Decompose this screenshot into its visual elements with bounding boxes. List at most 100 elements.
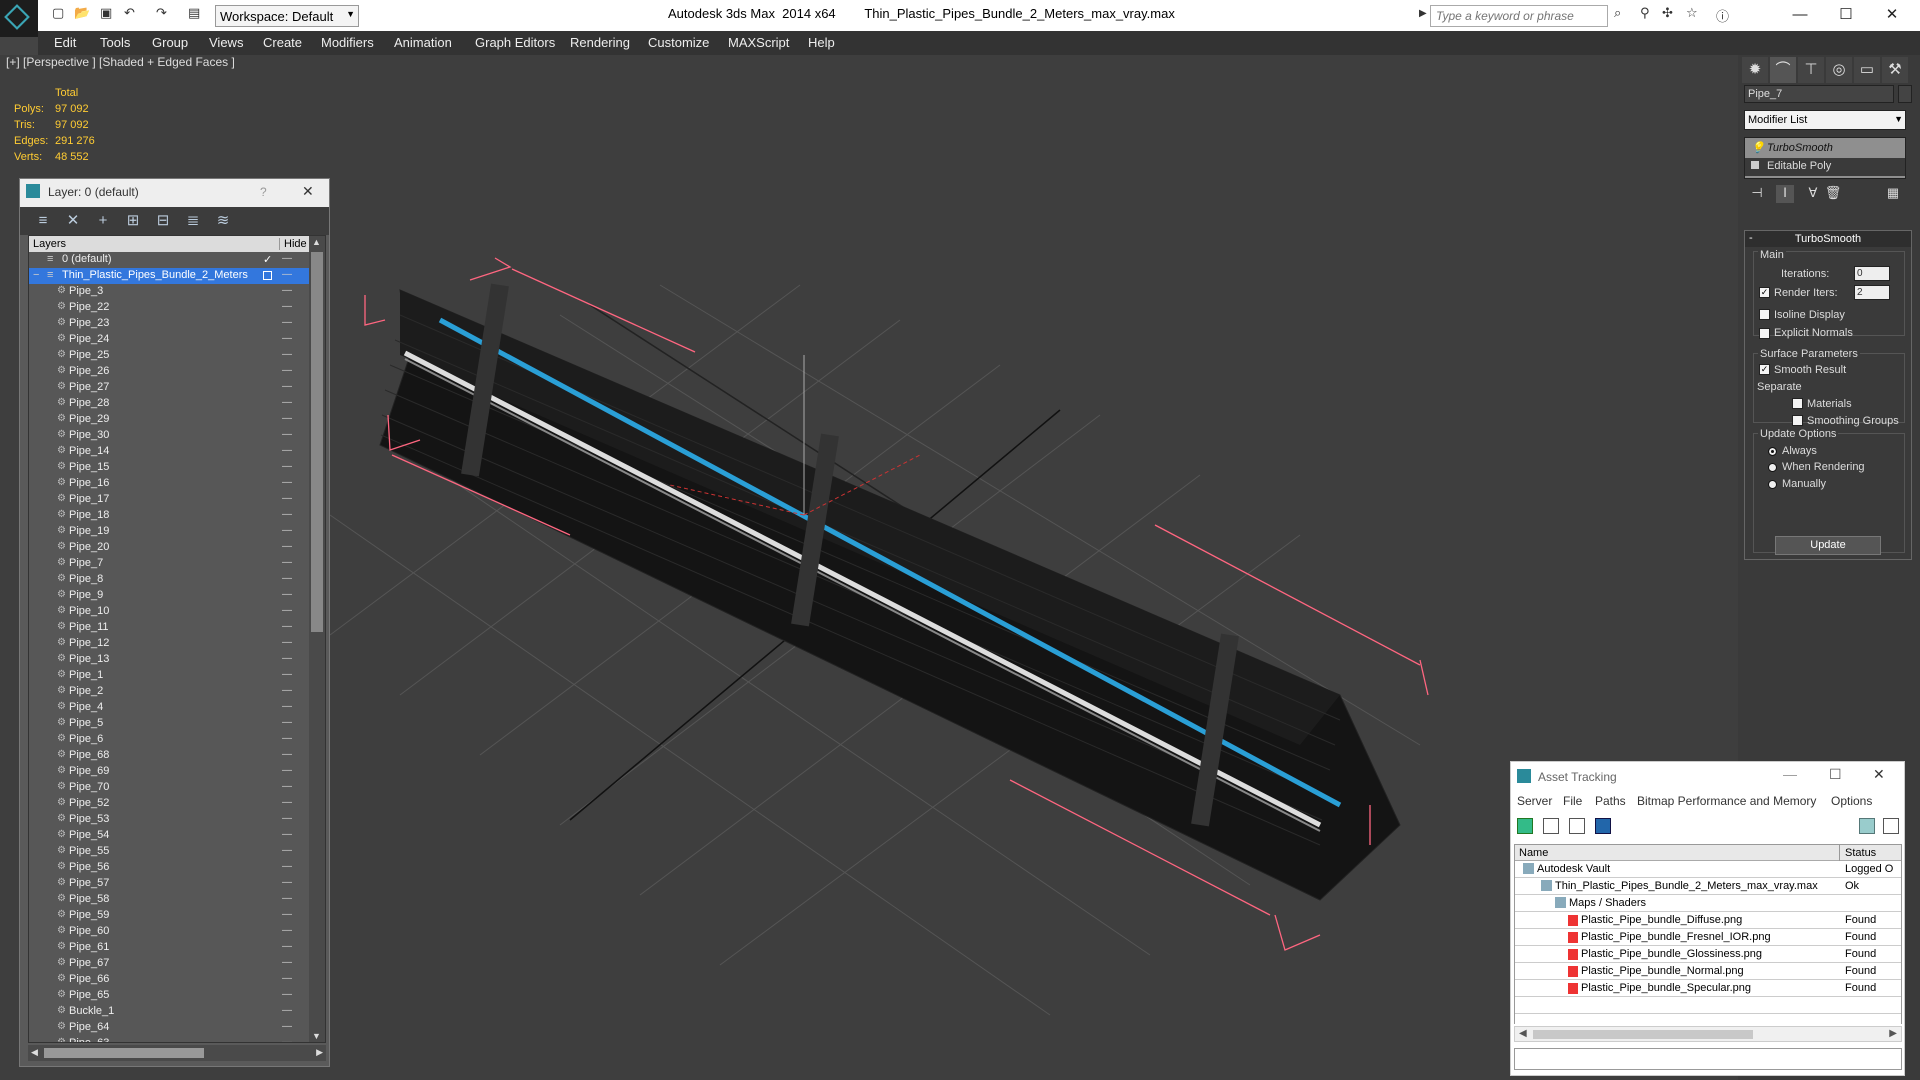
list-item[interactable]: ⚙ Pipe_56 — — [29, 860, 325, 876]
layer-window-titlebar[interactable]: Layer: 0 (default) ? ✕ — [20, 179, 329, 207]
hide-toggle[interactable]: — — [282, 861, 292, 872]
scroll-left-icon[interactable]: ◀ — [1519, 1028, 1527, 1039]
hide-toggle[interactable]: — — [282, 797, 292, 808]
explicit-normals-checkbox[interactable] — [1759, 328, 1770, 339]
menu-file[interactable]: File — [1563, 794, 1582, 808]
utilities-tab-icon[interactable]: ⚒ — [1882, 57, 1908, 83]
undo-icon[interactable]: ↶ — [124, 6, 135, 26]
hide-toggle[interactable]: — — [282, 813, 292, 824]
viewport-label[interactable]: [+] [Perspective ] [Shaded + Edged Faces… — [6, 55, 235, 69]
menu-modifiers[interactable]: Modifiers — [321, 35, 374, 50]
object-name-field[interactable]: Pipe_7 — [1744, 85, 1894, 103]
menu-edit[interactable]: Edit — [54, 35, 76, 50]
hide-toggle[interactable]: — — [282, 845, 292, 856]
hide-toggle[interactable]: — — [282, 333, 292, 344]
minimize-button[interactable]: — — [1780, 2, 1820, 28]
minimize-button[interactable]: — — [1783, 766, 1797, 782]
column-name[interactable]: Name — [1519, 847, 1548, 859]
hide-toggle[interactable]: — — [282, 525, 292, 536]
hide-toggle[interactable]: — — [282, 605, 292, 616]
smoothing-groups-checkbox[interactable] — [1792, 415, 1803, 426]
table-row[interactable]: Thin_Plastic_Pipes_Bundle_2_Meters_max_v… — [1515, 878, 1901, 895]
create-tab-icon[interactable]: ✹ — [1742, 57, 1768, 83]
configure-sets-icon[interactable]: ▦ — [1884, 185, 1902, 203]
maximize-button[interactable]: ☐ — [1826, 2, 1866, 28]
favorites-star-icon[interactable]: ☆ — [1686, 6, 1698, 26]
hide-toggle[interactable]: — — [282, 285, 292, 296]
hide-toggle[interactable]: — — [282, 909, 292, 920]
stack-item-editable-poly[interactable]: Editable Poly — [1745, 158, 1905, 176]
list-item[interactable]: ⚙ Pipe_24 — — [29, 332, 325, 348]
list-item[interactable]: ⚙ Pipe_64 — — [29, 1020, 325, 1036]
hide-toggle[interactable]: — — [282, 733, 292, 744]
hide-toggle[interactable]: — — [282, 877, 292, 888]
freeze-all-icon[interactable]: ≋ — [214, 212, 232, 230]
list-item[interactable]: ⚙ Pipe_5 — — [29, 716, 325, 732]
smooth-result-checkbox[interactable]: ✓ — [1759, 364, 1770, 375]
materials-checkbox[interactable] — [1792, 398, 1803, 409]
column-layers[interactable]: Layers — [33, 238, 66, 250]
lightbulb-icon[interactable]: 💡 — [1751, 141, 1765, 154]
redo-icon[interactable]: ↷ — [156, 6, 167, 26]
help-button[interactable]: ? — [260, 185, 267, 199]
column-hide[interactable]: Hide — [279, 238, 307, 250]
list-item[interactable]: ⚙ Pipe_2 — — [29, 684, 325, 700]
scroll-right-icon[interactable]: ▶ — [1889, 1028, 1897, 1039]
list-item[interactable]: ⚙ Pipe_55 — — [29, 844, 325, 860]
list-item[interactable]: ⚙ Pipe_28 — — [29, 396, 325, 412]
stack-item-turbosmooth[interactable]: 💡 TurboSmooth — [1745, 140, 1905, 158]
current-layer-box[interactable] — [263, 271, 272, 280]
hide-toggle[interactable]: — — [282, 701, 292, 712]
asset-window-titlebar[interactable]: Asset Tracking — ☐ ✕ — [1511, 762, 1904, 790]
subscription-icon[interactable]: ⚲ — [1640, 6, 1650, 26]
render-iters-checkbox[interactable]: ✓ — [1759, 287, 1770, 298]
layer-vertical-scrollbar[interactable]: ▲ ▼ — [309, 236, 325, 1042]
collapse-icon[interactable]: - — [1749, 232, 1753, 244]
menu-server[interactable]: Server — [1517, 794, 1552, 808]
help-icon[interactable]: ⓘ — [1716, 6, 1729, 26]
hide-toggle[interactable]: — — [282, 429, 292, 440]
list-item[interactable]: ⚙ Pipe_15 — — [29, 460, 325, 476]
refresh-icon[interactable] — [1517, 818, 1533, 834]
hide-toggle[interactable]: — — [282, 365, 292, 376]
layer-row-selected[interactable]: − ≡ Thin_Plastic_Pipes_Bundle_2_Meters — — [29, 268, 325, 284]
layer-row-default[interactable]: ≡ 0 (default) ✓ — — [29, 252, 325, 268]
list-view-icon[interactable] — [1543, 818, 1559, 834]
hide-toggle[interactable]: — — [282, 973, 292, 984]
list-item[interactable]: ⚙ Pipe_53 — — [29, 812, 325, 828]
motion-tab-icon[interactable]: ◎ — [1826, 57, 1852, 83]
list-item[interactable]: ⚙ Pipe_29 — — [29, 412, 325, 428]
hide-toggle[interactable]: — — [282, 397, 292, 408]
delete-layer-icon[interactable]: ✕ — [64, 212, 82, 230]
menu-create[interactable]: Create — [263, 35, 302, 50]
scroll-thumb[interactable] — [311, 252, 323, 632]
select-objects-icon[interactable]: ⊞ — [124, 212, 142, 230]
list-item[interactable]: ⚙ Pipe_16 — — [29, 476, 325, 492]
asset-path-field[interactable] — [1514, 1048, 1902, 1070]
table-row[interactable]: Plastic_Pipe_bundle_Normal.png Found — [1515, 963, 1901, 980]
make-unique-icon[interactable]: ∀ — [1804, 185, 1822, 203]
list-item[interactable]: ⚙ Pipe_63 — — [29, 1036, 325, 1042]
menu-paths[interactable]: Paths — [1595, 794, 1626, 808]
remove-modifier-icon[interactable]: 🗑 — [1824, 185, 1842, 203]
list-item[interactable]: ⚙ Pipe_27 — — [29, 380, 325, 396]
menu-customize[interactable]: Customize — [648, 35, 709, 50]
hide-toggle[interactable]: — — [282, 509, 292, 520]
hierarchy-tab-icon[interactable]: ⊤ — [1798, 57, 1824, 83]
thumbnail-view-icon[interactable] — [1569, 818, 1585, 834]
hide-toggle[interactable]: — — [282, 957, 292, 968]
list-item[interactable]: ⚙ Pipe_23 — — [29, 316, 325, 332]
list-item[interactable]: ⚙ Pipe_20 — — [29, 540, 325, 556]
when-rendering-radio[interactable] — [1768, 463, 1777, 472]
hide-toggle[interactable]: — — [282, 717, 292, 728]
menu-rendering[interactable]: Rendering — [570, 35, 630, 50]
list-item[interactable]: ⚙ Pipe_19 — — [29, 524, 325, 540]
scroll-down-icon[interactable]: ▼ — [312, 1031, 321, 1041]
new-file-icon[interactable]: ▢ — [52, 6, 64, 26]
hide-toggle[interactable]: — — [282, 493, 292, 504]
display-tab-icon[interactable]: ▭ — [1854, 57, 1880, 83]
search-input[interactable] — [1430, 5, 1608, 27]
list-item[interactable]: ⚙ Pipe_7 — — [29, 556, 325, 572]
list-item[interactable]: ⚙ Pipe_57 — — [29, 876, 325, 892]
hide-toggle[interactable]: — — [282, 989, 292, 1000]
